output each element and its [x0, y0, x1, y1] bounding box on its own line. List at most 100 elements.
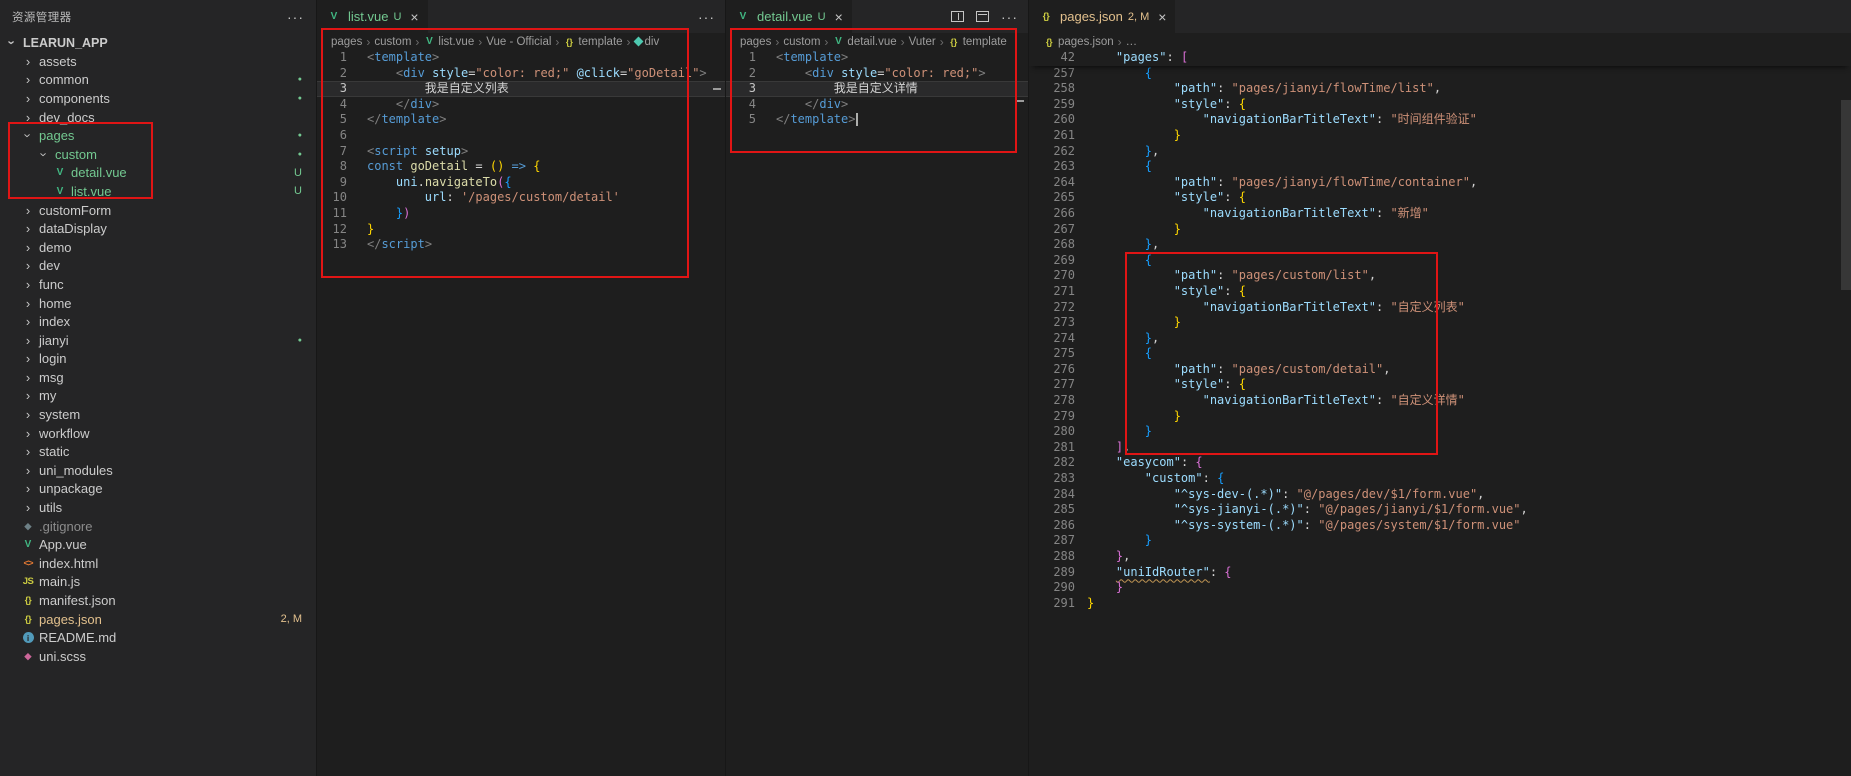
- code-line-280[interactable]: 280 }: [1029, 424, 1851, 440]
- tree-item-jianyi[interactable]: ›jianyi●: [0, 331, 316, 350]
- breadcrumb-item--[interactable]: …: [1126, 36, 1138, 48]
- breadcrumb-item-list-vue[interactable]: Vlist.vue: [423, 36, 474, 48]
- code-line-288[interactable]: 288 },: [1029, 549, 1851, 565]
- tree-item-components[interactable]: ›components●: [0, 89, 316, 108]
- tree-item-pages-json[interactable]: {}pages.json2, M: [0, 610, 316, 629]
- more-actions-icon[interactable]: ···: [698, 9, 715, 25]
- code-line-7[interactable]: 7<script setup>: [317, 144, 725, 160]
- split-editor-icon[interactable]: [951, 11, 964, 22]
- code-line-289[interactable]: 289 "uniIdRouter": {: [1029, 565, 1851, 581]
- code-line-2[interactable]: 2 <div style="color: red;" @click="goDet…: [317, 66, 725, 82]
- code-line-11[interactable]: 11 }): [317, 206, 725, 222]
- tree-item-demo[interactable]: ›demo: [0, 238, 316, 257]
- tree-root-learun-app[interactable]: › LEARUN_APP: [0, 33, 316, 52]
- code-line-278[interactable]: 278 "navigationBarTitleText": "自定义详情": [1029, 393, 1851, 409]
- scrollbar-thumb[interactable]: [1841, 100, 1851, 290]
- code-line-272[interactable]: 272 "navigationBarTitleText": "自定义列表": [1029, 300, 1851, 316]
- tree-item-assets[interactable]: ›assets: [0, 52, 316, 71]
- code-line-2[interactable]: 2 <div style="color: red;">: [726, 66, 1028, 82]
- code-line-274[interactable]: 274 },: [1029, 331, 1851, 347]
- tree-item-func[interactable]: ›func: [0, 275, 316, 294]
- code-line-290[interactable]: 290 }: [1029, 580, 1851, 596]
- code-line-5[interactable]: 5</template>: [726, 112, 1028, 128]
- tree-item-common[interactable]: ›common●: [0, 71, 316, 90]
- code-line-287[interactable]: 287 }: [1029, 533, 1851, 549]
- editor-layout-icon[interactable]: [976, 11, 989, 22]
- tree-item-main-js[interactable]: JSmain.js: [0, 573, 316, 592]
- tab-detail-vue[interactable]: V detail.vue U ×: [726, 0, 853, 33]
- code-line-283[interactable]: 283 "custom": {: [1029, 471, 1851, 487]
- code-line-281[interactable]: 281 ],: [1029, 440, 1851, 456]
- code-line-8[interactable]: 8const goDetail = () => {: [317, 159, 725, 175]
- code-line-9[interactable]: 9 uni.navigateTo({: [317, 175, 725, 191]
- tree-item-dev-docs[interactable]: ›dev_docs: [0, 108, 316, 127]
- code-line-275[interactable]: 275 {: [1029, 346, 1851, 362]
- tree-item-custom[interactable]: ›custom●: [0, 145, 316, 164]
- breadcrumb-item-detail-vue[interactable]: Vdetail.vue: [832, 36, 896, 48]
- code-line-291[interactable]: 291}: [1029, 596, 1851, 612]
- code-line-276[interactable]: 276 "path": "pages/custom/detail",: [1029, 362, 1851, 378]
- tree-item-readme-md[interactable]: iREADME.md: [0, 628, 316, 647]
- code-line-5[interactable]: 5</template>: [317, 112, 725, 128]
- code-line-12[interactable]: 12}: [317, 222, 725, 238]
- tree-item-my[interactable]: ›my: [0, 387, 316, 406]
- tree-item-datadisplay[interactable]: ›dataDisplay: [0, 219, 316, 238]
- more-actions-icon[interactable]: ···: [1001, 9, 1018, 25]
- breadcrumb-item-custom[interactable]: custom: [374, 36, 411, 48]
- code-line-6[interactable]: 6: [317, 128, 725, 144]
- code-line-3[interactable]: 3 我是自定义列表: [317, 81, 725, 97]
- code-editor[interactable]: 1<template>2 <div style="color: red;">3 …: [726, 50, 1028, 776]
- tree-item-dev[interactable]: ›dev: [0, 257, 316, 276]
- code-line-258[interactable]: 258 "path": "pages/jianyi/flowTime/list"…: [1029, 81, 1851, 97]
- tree-item-static[interactable]: ›static: [0, 442, 316, 461]
- close-icon[interactable]: ×: [410, 9, 418, 25]
- code-line-279[interactable]: 279 }: [1029, 409, 1851, 425]
- tree-item--gitignore[interactable]: ◆.gitignore: [0, 517, 316, 536]
- breadcrumb-item-template[interactable]: {}template: [948, 36, 1007, 48]
- code-line-261[interactable]: 261 }: [1029, 128, 1851, 144]
- breadcrumb-item-pages-json[interactable]: {}pages.json: [1043, 36, 1114, 48]
- code-line-10[interactable]: 10 url: '/pages/custom/detail': [317, 190, 725, 206]
- tree-item-uni-modules[interactable]: ›uni_modules: [0, 461, 316, 480]
- code-line-13[interactable]: 13</script>: [317, 237, 725, 253]
- tree-item-pages[interactable]: ›pages●: [0, 126, 316, 145]
- tree-item-unpackage[interactable]: ›unpackage: [0, 480, 316, 499]
- code-editor[interactable]: 1<template>2 <div style="color: red;" @c…: [317, 50, 725, 776]
- tab-list-vue[interactable]: V list.vue U ×: [317, 0, 429, 33]
- code-line-273[interactable]: 273 }: [1029, 315, 1851, 331]
- code-editor[interactable]: 42 "pages": [ 257 {258 "path": "pages/ji…: [1029, 50, 1851, 776]
- breadcrumb-item-template[interactable]: {}template: [563, 36, 622, 48]
- tree-item-uni-scss[interactable]: ◆uni.scss: [0, 647, 316, 666]
- code-line-259[interactable]: 259 "style": {: [1029, 97, 1851, 113]
- breadcrumb-item-pages[interactable]: pages: [740, 36, 771, 48]
- explorer-more-actions-icon[interactable]: ···: [287, 9, 304, 25]
- tree-item-msg[interactable]: ›msg: [0, 368, 316, 387]
- code-line-260[interactable]: 260 "navigationBarTitleText": "时间组件验证": [1029, 112, 1851, 128]
- code-line-265[interactable]: 265 "style": {: [1029, 190, 1851, 206]
- breadcrumb-item-div[interactable]: div: [635, 36, 660, 48]
- tree-item-system[interactable]: ›system: [0, 405, 316, 424]
- code-line-271[interactable]: 271 "style": {: [1029, 284, 1851, 300]
- code-line-267[interactable]: 267 }: [1029, 222, 1851, 238]
- code-line-1[interactable]: 1<template>: [726, 50, 1028, 66]
- code-line-262[interactable]: 262 },: [1029, 144, 1851, 160]
- breadcrumb-item-vuter[interactable]: Vuter: [909, 36, 936, 48]
- breadcrumb-item-custom[interactable]: custom: [783, 36, 820, 48]
- tree-item-workflow[interactable]: ›workflow: [0, 424, 316, 443]
- code-line-4[interactable]: 4 </div>: [317, 97, 725, 113]
- code-line-285[interactable]: 285 "^sys-jianyi-(.*)": "@/pages/jianyi/…: [1029, 502, 1851, 518]
- tree-item-utils[interactable]: ›utils: [0, 498, 316, 517]
- close-icon[interactable]: ×: [835, 9, 843, 25]
- tree-item-index-html[interactable]: <>index.html: [0, 554, 316, 573]
- code-line-269[interactable]: 269 {: [1029, 253, 1851, 269]
- tab-pages-json[interactable]: {} pages.json 2, M ×: [1029, 0, 1176, 33]
- code-line-277[interactable]: 277 "style": {: [1029, 377, 1851, 393]
- code-line-42[interactable]: 42 "pages": [: [1029, 50, 1851, 66]
- tree-item-list-vue[interactable]: Vlist.vueU: [0, 182, 316, 201]
- breadcrumb-item-vue-official[interactable]: Vue - Official: [486, 36, 551, 48]
- tree-item-detail-vue[interactable]: Vdetail.vueU: [0, 164, 316, 183]
- tree-item-index[interactable]: ›index: [0, 312, 316, 331]
- code-line-282[interactable]: 282 "easycom": {: [1029, 455, 1851, 471]
- code-line-3[interactable]: 3 我是自定义详情: [726, 81, 1028, 97]
- code-line-257[interactable]: 257 {: [1029, 66, 1851, 82]
